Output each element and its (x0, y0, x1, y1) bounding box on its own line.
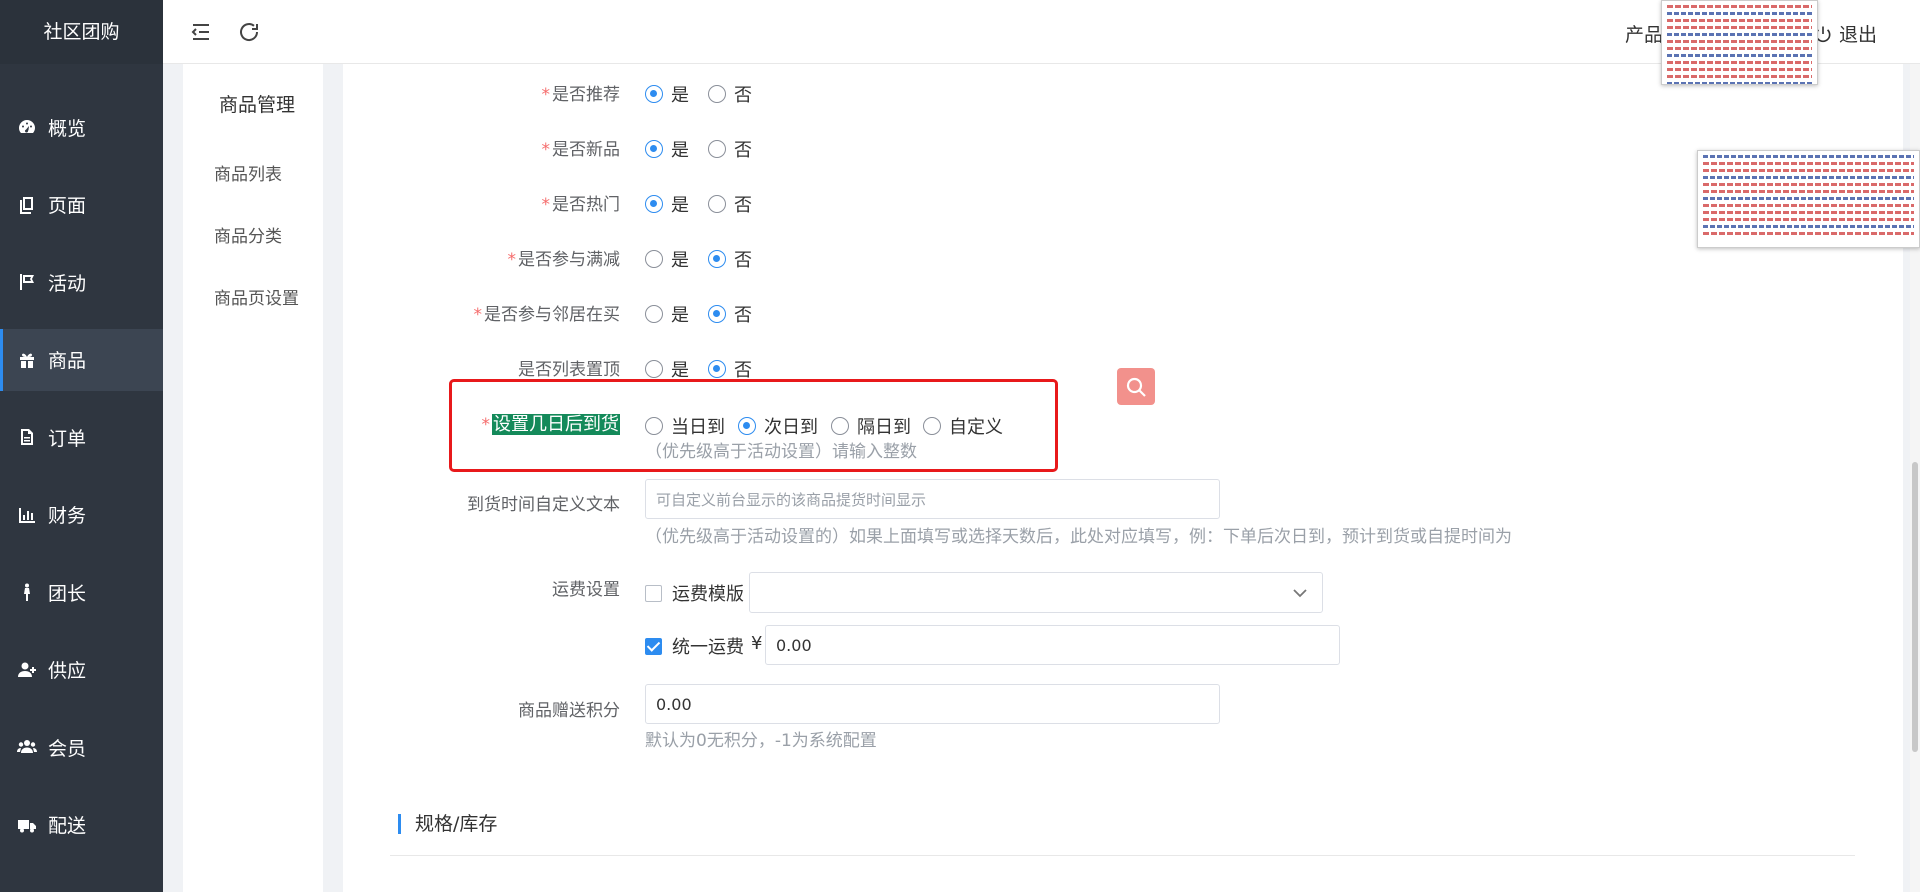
points-input[interactable]: 0.00 (645, 684, 1220, 724)
submenu-item-goods-list[interactable]: 商品列表 (214, 160, 282, 185)
discount-no-radio[interactable]: 否 (708, 246, 752, 272)
flag-icon (16, 271, 38, 293)
shipping-template-select[interactable] (749, 572, 1323, 613)
arrival-text-hint: （优先级高于活动设置的）如果上面填写或选择天数后，此处对应填写，例：下单后次日到… (645, 527, 1512, 547)
sidebar-item-goods[interactable]: 商品 (0, 328, 163, 391)
sidebar-item-label: 配送 (48, 815, 87, 837)
recommend-yes-radio[interactable]: 是 (645, 81, 689, 107)
refresh-icon[interactable] (237, 20, 261, 44)
hot-yes-radio[interactable]: 是 (645, 191, 689, 217)
users-icon (16, 736, 38, 758)
form-panel (343, 64, 1903, 892)
section-divider (390, 855, 1855, 856)
sidebar-item-leader[interactable]: 团长 (0, 561, 163, 623)
logout-button[interactable]: 退出 (1813, 20, 1877, 47)
new-no-radio[interactable]: 否 (708, 136, 752, 162)
hot-no-radio[interactable]: 否 (708, 191, 752, 217)
truck-icon (16, 814, 38, 836)
person-icon (16, 581, 38, 603)
shipping-label: 运费设置 (552, 580, 620, 600)
main-sidebar: 社区团购 概览 页面 活动 商品 订单 财务 团长 供应 会员 配送 (0, 0, 163, 892)
scrollbar-thumb[interactable] (1912, 462, 1918, 752)
sidebar-item-orders[interactable]: 订单 (0, 406, 163, 468)
arrival-text-label: 到货时间自定义文本 (467, 495, 620, 515)
sidebar-item-finance[interactable]: 财务 (0, 484, 163, 546)
arrival-custom-radio[interactable]: 自定义 (923, 413, 1003, 439)
neighbor-label: * 是否参与邻居在买 (473, 305, 621, 325)
goods-submenu: 商品管理 商品列表 商品分类 商品页设置 (183, 64, 323, 892)
floating-search-button[interactable] (1117, 368, 1155, 405)
sidebar-item-label: 订单 (48, 427, 87, 450)
neighbor-no-radio[interactable]: 否 (708, 301, 752, 327)
arrival-text-input[interactable]: 可自定义前台显示的该商品提货时间显示 (645, 479, 1220, 519)
dashboard-icon (16, 116, 38, 138)
product-link[interactable]: 产品 (1625, 20, 1663, 47)
points-label: 商品赠送积分 (518, 701, 620, 721)
spec-stock-section-title: 规格/库存 (398, 814, 497, 834)
recommend-no-radio[interactable]: 否 (708, 81, 752, 107)
submenu-item-goods-category[interactable]: 商品分类 (214, 222, 282, 247)
pages-icon (16, 194, 38, 216)
document-icon (16, 426, 38, 448)
sidebar-item-label: 会员 (48, 737, 87, 760)
sidebar-item-marketing[interactable]: 营销 (0, 871, 163, 892)
unified-shipping-checkbox[interactable]: 统一运费 (645, 633, 744, 659)
recommend-label: * 是否推荐 (541, 85, 621, 105)
arrival-days-hint: （优先级高于活动设置）请输入整数 (645, 442, 917, 462)
collapse-menu-icon[interactable] (189, 20, 213, 44)
bar-chart-icon (16, 504, 38, 526)
discount-yes-radio[interactable]: 是 (645, 246, 689, 272)
new-yes-radio[interactable]: 是 (645, 136, 689, 162)
arrival-same-day-radio[interactable]: 当日到 (645, 413, 725, 439)
neighbor-yes-radio[interactable]: 是 (645, 301, 689, 327)
gift-icon (16, 349, 38, 371)
search-icon (1126, 377, 1146, 397)
screenshot-thumbnail-1 (1661, 0, 1818, 85)
sidebar-item-label: 活动 (48, 272, 87, 295)
points-hint: 默认为0无积分，-1为系统配置 (645, 731, 877, 751)
app-title: 社区团购 (0, 0, 163, 64)
arrival-day-after-radio[interactable]: 隔日到 (831, 413, 911, 439)
arrival-days-label: * 设置几日后到货 (481, 414, 620, 435)
screenshot-thumbnail-2 (1697, 150, 1920, 248)
sidebar-item-activity[interactable]: 活动 (0, 251, 163, 313)
chevron-down-icon (1293, 589, 1307, 598)
sidebar-item-overview[interactable]: 概览 (0, 96, 163, 158)
sidebar-item-pages[interactable]: 页面 (0, 174, 163, 236)
user-plus-icon (16, 659, 38, 681)
sidebar-item-delivery[interactable]: 配送 (0, 794, 163, 856)
pin-top-label: 是否列表置顶 (518, 360, 620, 380)
top-header: 产品 退出 (163, 0, 1920, 64)
submenu-title: 商品管理 (219, 94, 296, 116)
submenu-item-goods-page-settings[interactable]: 商品页设置 (214, 284, 299, 309)
shipping-template-checkbox[interactable]: 运费模版 (645, 580, 744, 606)
arrival-next-day-radio[interactable]: 次日到 (738, 413, 818, 439)
logout-label: 退出 (1839, 24, 1878, 46)
sidebar-item-label: 团长 (48, 582, 87, 605)
unified-shipping-input[interactable]: 0.00 (765, 625, 1340, 665)
new-label: * 是否新品 (541, 140, 621, 160)
sidebar-item-label: 供应 (48, 660, 87, 682)
currency-symbol: ¥ (751, 633, 763, 654)
sidebar-item-label: 概览 (48, 117, 87, 140)
hot-label: * 是否热门 (541, 195, 621, 215)
sidebar-item-label: 营销 (48, 889, 86, 892)
sidebar-item-label: 商品 (48, 350, 87, 372)
sidebar-item-supply[interactable]: 供应 (0, 639, 163, 701)
sidebar-item-members[interactable]: 会员 (0, 716, 163, 778)
discount-label: * 是否参与满减 (507, 250, 621, 270)
sidebar-item-label: 财务 (48, 505, 87, 527)
sidebar-item-label: 页面 (48, 195, 87, 217)
